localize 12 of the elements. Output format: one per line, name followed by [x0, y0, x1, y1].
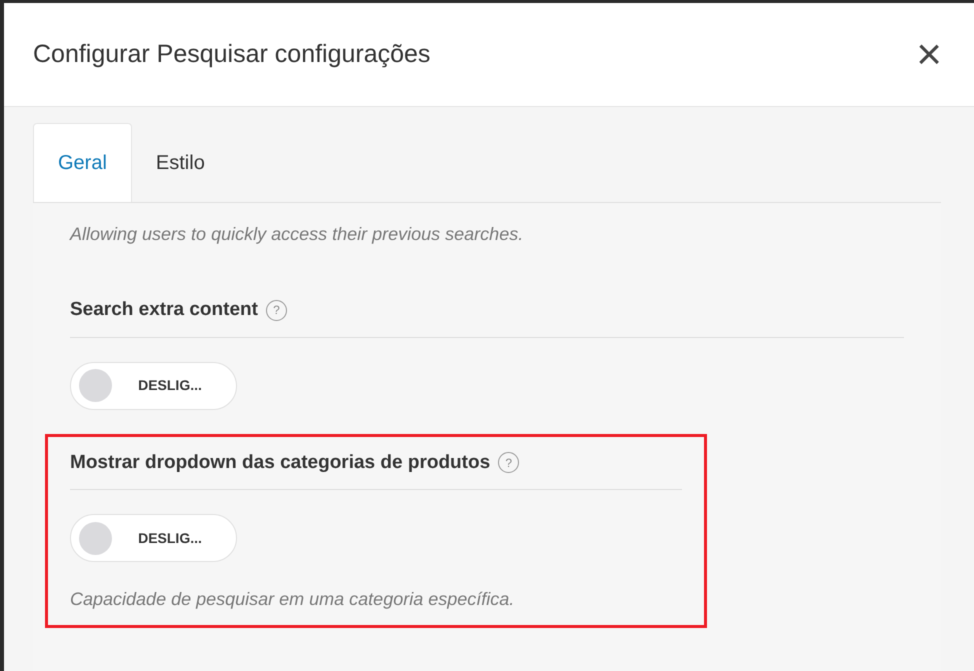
toggle-knob [79, 369, 112, 402]
toggle-switch[interactable]: DESLIG... [70, 514, 237, 562]
dialog-title: Configurar Pesquisar configurações [33, 38, 430, 70]
setting-description: Capacidade de pesquisar em uma categoria específica. [70, 588, 516, 611]
close-button[interactable]: × [916, 32, 942, 76]
toggle-switch[interactable]: DESLIG... [70, 362, 237, 410]
tab[interactable]: Geral [33, 123, 132, 202]
setting-label: Search extra content [70, 298, 258, 322]
toggle-knob [79, 522, 112, 554]
tab[interactable]: Estilo [132, 123, 229, 202]
setting-description: Allowing users to quickly access their previous searches. [70, 223, 524, 246]
setting-label: Mostrar dropdown das categorias de produtos [70, 450, 490, 474]
